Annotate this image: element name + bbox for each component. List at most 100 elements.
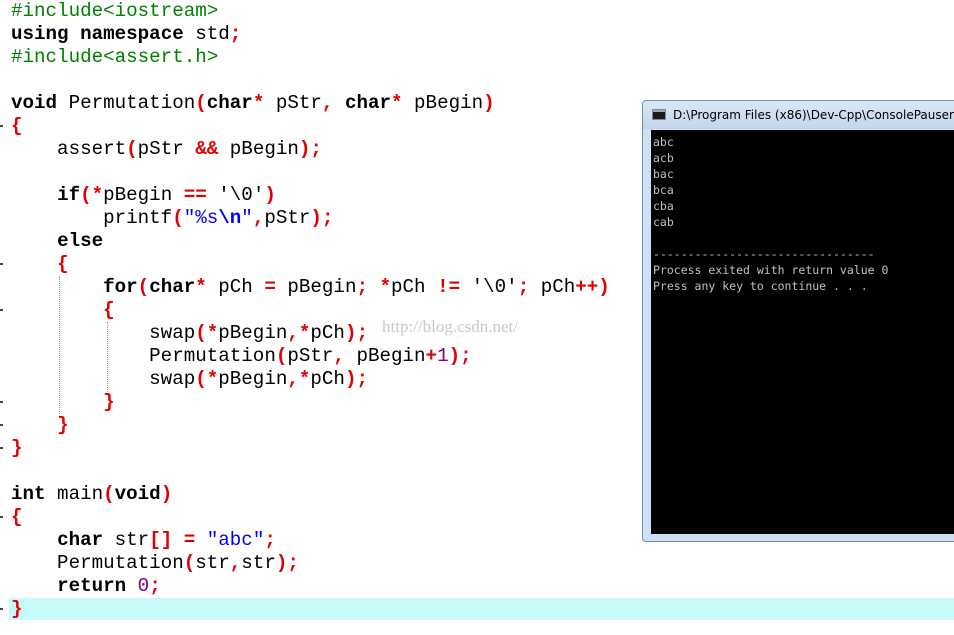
code-token: char xyxy=(206,92,253,114)
code-token: ( xyxy=(103,483,115,505)
code-text[interactable]: #include<iostream> using namespace std; #i… xyxy=(11,0,610,621)
code-line[interactable]: } xyxy=(11,391,610,414)
code-line[interactable]: #include<assert.h> xyxy=(11,46,610,69)
code-line[interactable]: { xyxy=(11,299,610,322)
code-token: pBegin xyxy=(218,322,288,344)
code-line[interactable]: for(char* pCh = pBegin; *pCh != '\0'; pC… xyxy=(11,276,610,299)
console-screen[interactable]: abc acb bac bca cba cab ----------------… xyxy=(651,130,954,534)
fold-marker[interactable] xyxy=(0,401,3,403)
fold-marker[interactable] xyxy=(0,447,3,449)
code-token: str xyxy=(103,529,150,551)
fold-marker[interactable] xyxy=(0,263,3,265)
code-token: pStr xyxy=(264,207,311,229)
code-token: , xyxy=(321,92,334,114)
code-line[interactable]: assert(pStr && pBegin); xyxy=(11,138,610,161)
code-line[interactable]: swap(*pBegin,*pCh); xyxy=(11,368,610,391)
code-token: int xyxy=(11,483,46,505)
code-token: using xyxy=(11,23,69,45)
code-token: '\0' xyxy=(206,184,265,206)
code-token: } xyxy=(11,598,23,620)
code-token: ; xyxy=(517,276,530,298)
code-token: } xyxy=(57,414,69,436)
code-token: "abc" xyxy=(206,529,265,551)
code-token: ; xyxy=(229,23,242,45)
code-token: != xyxy=(437,276,461,298)
code-token: "%s xyxy=(183,207,219,229)
code-line[interactable]: if(*pBegin == '\0') xyxy=(11,184,610,207)
code-token: , xyxy=(333,345,345,367)
code-line[interactable] xyxy=(11,460,610,483)
code-token: ; xyxy=(321,207,334,229)
code-token: 1 xyxy=(437,345,449,367)
code-token: else xyxy=(57,230,104,252)
code-line[interactable]: { xyxy=(11,253,610,276)
code-token: && xyxy=(195,138,219,160)
code-line[interactable]: char str[] = "abc"; xyxy=(11,529,610,552)
code-line[interactable]: Permutation(str,str); xyxy=(11,552,610,575)
code-token: '\0' xyxy=(460,276,518,298)
code-token: ( xyxy=(275,345,288,367)
code-line[interactable]: else xyxy=(11,230,610,253)
code-token: Permutation xyxy=(11,345,276,367)
code-token: swap xyxy=(11,368,196,390)
code-line[interactable]: void Permutation(char* pStr, char* pBegi… xyxy=(11,92,610,115)
code-line[interactable]: #include<iostream> xyxy=(11,0,610,23)
code-line[interactable]: { xyxy=(11,115,610,138)
code-line[interactable]: Permutation(pStr, pBegin+1); xyxy=(11,345,610,368)
code-token: if xyxy=(57,184,81,206)
code-token: ; xyxy=(149,575,161,597)
code-token: ( xyxy=(172,207,184,229)
code-token: = xyxy=(183,529,196,551)
code-token: (* xyxy=(195,368,219,390)
fold-gutter[interactable] xyxy=(0,0,9,635)
code-line[interactable] xyxy=(11,161,610,184)
code-line[interactable]: using namespace std; xyxy=(11,23,610,46)
code-line[interactable] xyxy=(11,69,610,92)
console-window[interactable]: D:\Program Files (x86)\Dev-Cpp\ConsolePa… xyxy=(642,100,954,542)
code-token: str xyxy=(241,552,276,574)
code-line[interactable]: printf("%s\n",pStr); xyxy=(11,207,610,230)
code-token: { xyxy=(11,115,23,137)
code-token: ) xyxy=(264,184,276,206)
code-token: ; xyxy=(356,368,368,390)
code-token: char xyxy=(149,276,196,298)
code-line[interactable]: } xyxy=(11,414,610,437)
code-token: ; xyxy=(356,322,368,344)
fold-marker[interactable] xyxy=(0,309,3,311)
code-token: ( xyxy=(183,552,196,574)
code-token: main xyxy=(45,483,104,505)
code-token: pBegin xyxy=(218,368,288,390)
code-token: ) xyxy=(310,207,322,229)
code-line[interactable]: int main(void) xyxy=(11,483,610,506)
fold-marker[interactable] xyxy=(0,608,3,610)
code-token: namespace xyxy=(80,23,184,45)
code-token: pCh xyxy=(206,276,265,298)
code-token: * xyxy=(391,92,403,114)
code-token: { xyxy=(11,506,23,528)
code-line[interactable]: } xyxy=(11,437,610,460)
code-token: pBegin xyxy=(275,276,357,298)
console-output: abc acb bac bca cba cab ----------------… xyxy=(653,135,889,293)
code-token: str xyxy=(195,552,230,574)
code-token: ) xyxy=(344,322,357,344)
code-line[interactable]: { xyxy=(11,506,610,529)
code-token: assert xyxy=(11,138,127,160)
fold-marker[interactable] xyxy=(0,516,3,518)
code-token: pCh xyxy=(310,368,345,390)
code-line[interactable]: return 0; xyxy=(11,575,610,598)
code-token: char xyxy=(344,92,392,114)
code-token: \n xyxy=(218,207,242,229)
code-line[interactable]: swap(*pBegin,*pCh); xyxy=(11,322,610,345)
code-token: ) xyxy=(483,92,495,114)
fold-marker[interactable] xyxy=(0,125,3,127)
code-line[interactable]: } xyxy=(11,598,610,621)
console-titlebar[interactable]: D:\Program Files (x86)\Dev-Cpp\ConsolePa… xyxy=(643,101,954,129)
fold-marker[interactable] xyxy=(0,424,3,426)
